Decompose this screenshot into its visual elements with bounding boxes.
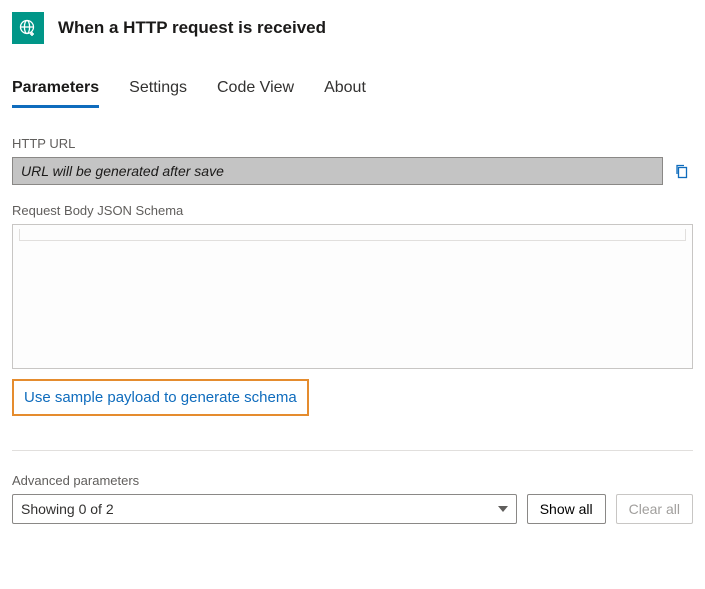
clear-all-button: Clear all — [616, 494, 693, 524]
tab-about[interactable]: About — [324, 79, 366, 108]
section-divider — [12, 450, 693, 451]
advanced-select[interactable]: Showing 0 of 2 — [12, 494, 517, 524]
sample-payload-highlight: Use sample payload to generate schema — [12, 379, 309, 416]
advanced-select-text: Showing 0 of 2 — [21, 501, 114, 517]
advanced-label: Advanced parameters — [12, 473, 693, 488]
http-url-field: URL will be generated after save — [12, 157, 663, 185]
advanced-row: Showing 0 of 2 Show all Clear all — [12, 494, 693, 524]
http-trigger-icon — [12, 12, 44, 44]
tab-parameters[interactable]: Parameters — [12, 79, 99, 108]
schema-textarea[interactable] — [12, 224, 693, 369]
panel-title: When a HTTP request is received — [58, 18, 326, 38]
chevron-down-icon — [498, 506, 508, 512]
panel-header: When a HTTP request is received — [12, 12, 693, 44]
copy-url-button[interactable] — [671, 160, 693, 182]
tab-bar: Parameters Settings Code View About — [12, 79, 693, 108]
http-url-row: URL will be generated after save — [12, 157, 693, 185]
schema-label: Request Body JSON Schema — [12, 203, 693, 218]
tab-settings[interactable]: Settings — [129, 79, 187, 108]
schema-inner-line — [19, 229, 686, 241]
show-all-button[interactable]: Show all — [527, 494, 606, 524]
tab-code-view[interactable]: Code View — [217, 79, 294, 108]
use-sample-payload-link[interactable]: Use sample payload to generate schema — [24, 389, 297, 406]
http-url-label: HTTP URL — [12, 136, 693, 151]
